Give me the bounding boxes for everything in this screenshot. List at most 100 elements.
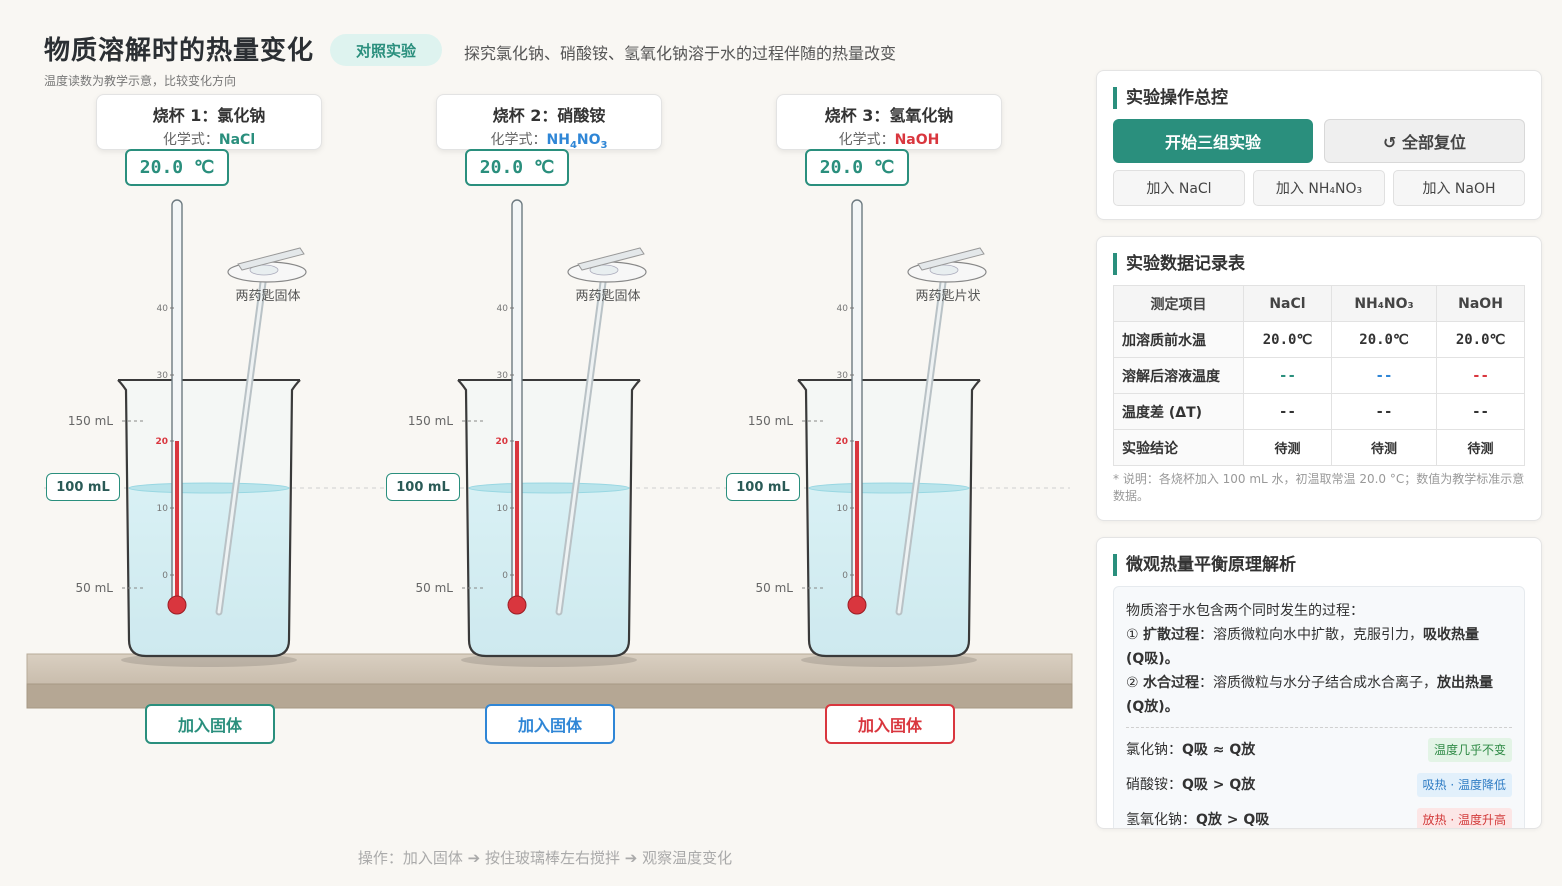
graduation-150-label: 150 mL — [408, 414, 453, 428]
thermometer-tick-label: 20 — [155, 437, 168, 447]
micro-row-nh4no3: 硝酸铵：Q吸 > Q放 吸热 · 温度降低 — [1126, 767, 1512, 802]
formula-part: NO — [576, 132, 601, 148]
reset-all-button[interactable]: ↺ 全部复位 — [1324, 119, 1525, 163]
thermometer-tick-label: 10 — [157, 504, 169, 514]
beaker-glass — [117, 379, 301, 658]
row-label: 溶解后溶液温度 — [1113, 357, 1244, 394]
result-badge: 温度几乎不变 — [1427, 737, 1512, 762]
column-header: NH₄NO₃ — [1330, 285, 1438, 322]
table-cell: -- — [1243, 357, 1332, 394]
spoon-label: 两药匙固体 — [235, 289, 300, 304]
beaker-1-card: 烧杯 1：氯化钠 化学式：NaCl — [96, 94, 322, 150]
beaker-1-add-solid-button[interactable]: 加入固体 — [145, 704, 275, 744]
formula-prefix: 化学式： — [162, 132, 219, 148]
spoon-label: 两药匙片状 — [915, 289, 980, 304]
table-cell: -- — [1436, 357, 1525, 394]
formula-prefix: 化学式： — [838, 132, 895, 148]
heat-relation: Q吸 > Q放 — [1182, 776, 1256, 793]
heat-relation: Q吸 ≈ Q放 — [1182, 741, 1256, 758]
table-row: 溶解后溶液温度 -- -- -- — [1113, 357, 1525, 394]
beaker-3-formula: NaOH — [894, 132, 940, 148]
thermometer-tick-label: 40 — [837, 304, 849, 314]
point-text: ：溶质微粒与水分子结合成水合离子， — [1199, 675, 1438, 691]
table-cell: 20.0℃ — [1436, 321, 1525, 358]
point-title: 水合过程 — [1143, 675, 1200, 691]
beaker-1-formula: NaCl — [218, 132, 256, 148]
table-cell: 20.0℃ — [1330, 321, 1438, 358]
table-cell: 待测 — [1436, 429, 1525, 466]
graduation-50-label: 50 mL — [756, 581, 794, 595]
point-quantity: (Q吸)。 — [1126, 651, 1179, 667]
result-badge: 吸热 · 温度降低 — [1416, 772, 1512, 797]
graduation-150-label: 150 mL — [68, 414, 113, 428]
point-emphasis: 放出热量 — [1437, 675, 1494, 691]
substance-name: 硝酸铵： — [1126, 776, 1182, 793]
beaker-3-card: 烧杯 3：氢氧化钠 化学式：NaOH — [776, 94, 1002, 150]
beaker-2-card: 烧杯 2：硝酸铵 化学式：NH4NO3 — [436, 94, 662, 151]
beaker-2-volume-label: 100 mL — [386, 473, 460, 501]
beaker-2-formula-line: 化学式：NH4NO3 — [437, 129, 661, 151]
add-nh4no3-button[interactable]: 加入 NH₄NO₃ — [1253, 170, 1385, 206]
thermometer-bulb — [507, 595, 527, 615]
micro-row-nacl: 氯化钠：Q吸 ≈ Q放 温度几乎不变 — [1126, 732, 1512, 767]
formula-subscript: 3 — [600, 139, 608, 151]
thermometer-tick-label: 0 — [502, 571, 508, 581]
beaker-1-temp-readout: 20.0 ℃ — [125, 149, 229, 186]
result-badge: 放热 · 温度升高 — [1416, 807, 1512, 828]
table-footnote: * 说明：各烧杯加入 100 mL 水，初温取常温 20.0 °C；数值为教学标… — [1113, 472, 1525, 503]
control-panel-heading: 实验操作总控 — [1113, 87, 1228, 109]
add-naoh-button[interactable]: 加入 NaOH — [1393, 170, 1525, 206]
thermometer-tick-label: 10 — [497, 504, 509, 514]
thermometer-tick-label: 40 — [157, 304, 169, 314]
row-label: 实验结论 — [1113, 429, 1244, 466]
table-row: 加溶质前水温 20.0℃ 20.0℃ 20.0℃ — [1113, 321, 1525, 358]
thermometer-mercury — [515, 441, 519, 601]
add-nacl-button[interactable]: 加入 NaCl — [1113, 170, 1245, 206]
table-cell: 待测 — [1330, 429, 1438, 466]
beaker-2-apparatus: 150 mL 50 mL 40 30 20 10 0 两药匙固体 — [408, 199, 647, 667]
thermometer-tick-label: 0 — [162, 571, 168, 581]
beaker-3-add-solid-button[interactable]: 加入固体 — [825, 704, 955, 744]
micro-analysis-panel: 微观热量平衡原理解析 物质溶于水包含两个同时发生的过程： ① 扩散过程：溶质微粒… — [1096, 537, 1542, 829]
spoon-label: 两药匙固体 — [575, 289, 640, 304]
substance-name: 氯化钠： — [1126, 741, 1182, 758]
micro-row-label: 硝酸铵：Q吸 > Q放 — [1126, 773, 1255, 797]
table-cell: -- — [1436, 393, 1525, 430]
table-cell: -- — [1330, 393, 1438, 430]
beaker-3-volume-label: 100 mL — [726, 473, 800, 501]
thermometer-mercury — [175, 441, 179, 601]
beaker-3-temp-readout: 20.0 ℃ — [805, 149, 909, 186]
thermometer-tick-label: 30 — [497, 371, 509, 381]
micro-analysis-heading: 微观热量平衡原理解析 — [1113, 554, 1296, 576]
graduation-150-label: 150 mL — [748, 414, 793, 428]
app-frame: 物质溶解时的热量变化 对照实验 探究氯化钠、硝酸铵、氢氧化钠溶于水的过程伴随的热… — [0, 0, 1562, 886]
table-cell: -- — [1243, 393, 1332, 430]
data-table: 测定项目 NaCl NH₄NO₃ NaOH 加溶质前水温 20.0℃ 20.0℃… — [1113, 285, 1525, 466]
beaker-3-formula-line: 化学式：NaOH — [777, 129, 1001, 149]
table-cell: 20.0℃ — [1243, 321, 1332, 358]
micro-row-label: 氯化钠：Q吸 ≈ Q放 — [1126, 738, 1255, 762]
start-all-button[interactable]: 开始三组实验 — [1113, 119, 1313, 163]
beaker-2-formula: NH4NO3 — [547, 132, 608, 151]
beaker-1-apparatus: 150 mL 50 mL 40 30 20 10 0 两药匙固体 — [68, 199, 307, 667]
beaker-2-add-solid-button[interactable]: 加入固体 — [485, 704, 615, 744]
control-panel: 实验操作总控 开始三组实验 ↺ 全部复位 加入 NaCl 加入 NH₄NO₃ 加… — [1096, 70, 1542, 220]
point-number: ② — [1126, 675, 1144, 691]
data-table-heading: 实验数据记录表 — [1113, 253, 1245, 275]
column-header: NaCl — [1243, 285, 1332, 322]
micro-row-label: 氢氧化钠：Q放 > Q吸 — [1126, 808, 1269, 829]
table-cell: 待测 — [1243, 429, 1332, 466]
micro-divider — [1126, 727, 1512, 728]
point-text: ：溶质微粒向水中扩散，克服引力， — [1199, 627, 1424, 643]
table-row: 温度差 (ΔT) -- -- -- — [1113, 393, 1525, 430]
thermometer-tick-label: 30 — [837, 371, 849, 381]
thermometer-bulb — [847, 595, 867, 615]
table-row: 实验结论 待测 待测 待测 — [1113, 429, 1525, 466]
micro-analysis-content: 物质溶于水包含两个同时发生的过程： ① 扩散过程：溶质微粒向水中扩散，克服引力，… — [1113, 586, 1525, 829]
point-number: ① — [1126, 627, 1144, 643]
column-header: 测定项目 — [1113, 285, 1244, 322]
thermometer-tick-label: 20 — [495, 437, 508, 447]
micro-row-naoh: 氢氧化钠：Q放 > Q吸 放热 · 温度升高 — [1126, 802, 1512, 829]
beaker-1-formula-line: 化学式：NaCl — [97, 129, 321, 149]
formula-subscript: 4 — [569, 139, 577, 151]
